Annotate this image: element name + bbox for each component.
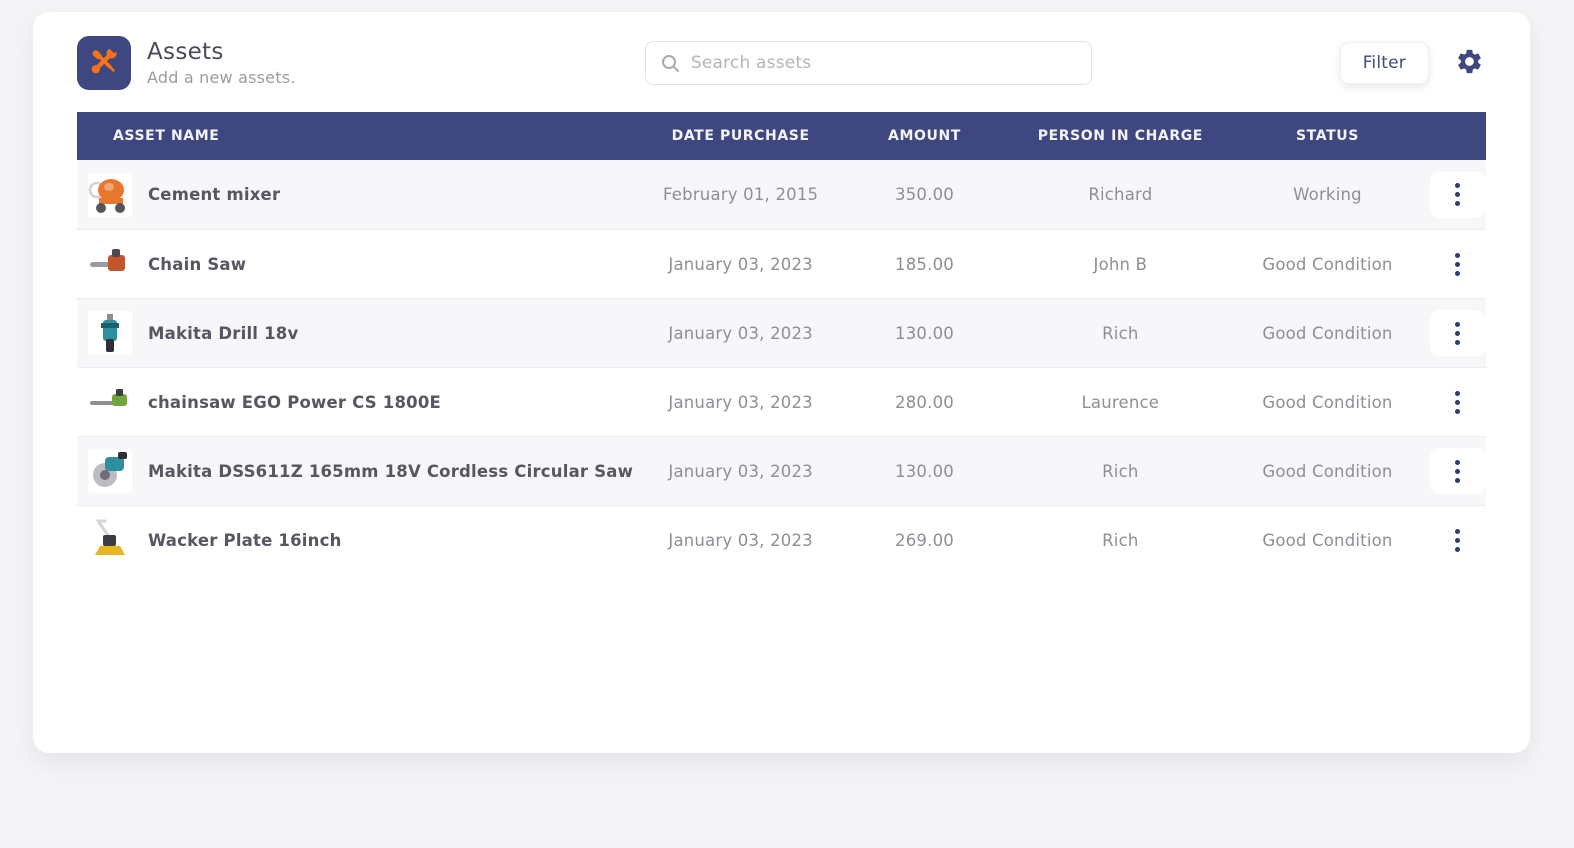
asset-name: chainsaw EGO Power CS 1800E bbox=[148, 392, 441, 412]
circular-saw-image bbox=[88, 449, 132, 493]
column-header-amount: AMOUNT bbox=[888, 128, 961, 144]
date-purchase-cell: January 03, 2023 bbox=[668, 254, 813, 274]
asset-name: Chain Saw bbox=[148, 254, 247, 274]
status-cell: Good Condition bbox=[1262, 323, 1393, 343]
assets-table: ASSET NAME DATE PURCHASE AMOUNT PERSON I… bbox=[77, 112, 1486, 574]
asset-name: Wacker Plate 16inch bbox=[148, 530, 342, 550]
person-in-charge-cell: Rich bbox=[1102, 530, 1139, 550]
page-subtitle: Add a new assets. bbox=[147, 68, 296, 87]
status-cell: Working bbox=[1293, 185, 1362, 204]
row-menu-button[interactable] bbox=[1429, 448, 1486, 494]
table-row: Makita Drill 18v January 03, 2023 130.00… bbox=[77, 298, 1486, 367]
drill-image bbox=[88, 311, 132, 355]
kebab-icon bbox=[1455, 390, 1461, 396]
search-input[interactable] bbox=[690, 53, 1077, 73]
date-purchase-cell: January 03, 2023 bbox=[668, 392, 813, 412]
person-in-charge-cell: John B bbox=[1093, 254, 1148, 274]
date-purchase-cell: January 03, 2023 bbox=[668, 323, 813, 343]
table-header-row: ASSET NAME DATE PURCHASE AMOUNT PERSON I… bbox=[77, 112, 1486, 160]
amount-cell: 280.00 bbox=[895, 392, 954, 412]
amount-cell: 130.00 bbox=[895, 461, 954, 481]
table-row: Cement mixer February 01, 2015 350.00 Ri… bbox=[77, 160, 1486, 229]
card-header: Assets Add a new assets. Filter bbox=[33, 12, 1530, 112]
asset-name: Cement mixer bbox=[148, 185, 281, 204]
actions-cell bbox=[1429, 379, 1486, 425]
asset-cell: Makita Drill 18v bbox=[77, 311, 648, 355]
column-header-status: STATUS bbox=[1296, 128, 1359, 144]
date-purchase-cell: February 01, 2015 bbox=[663, 185, 819, 204]
table-row: Wacker Plate 16inch January 03, 2023 269… bbox=[77, 505, 1486, 574]
kebab-icon bbox=[1455, 321, 1461, 327]
table-row: Chain Saw January 03, 2023 185.00 John B… bbox=[77, 229, 1486, 298]
person-in-charge-cell: Richard bbox=[1088, 185, 1153, 204]
actions-cell bbox=[1429, 448, 1486, 494]
column-header-asset-name: ASSET NAME bbox=[113, 128, 220, 144]
chain-saw-image bbox=[88, 242, 132, 286]
amount-cell: 350.00 bbox=[895, 185, 954, 204]
row-menu-button[interactable] bbox=[1429, 310, 1486, 356]
assets-app-logo bbox=[77, 36, 131, 90]
asset-name: Makita Drill 18v bbox=[148, 323, 299, 343]
row-menu-button[interactable] bbox=[1429, 171, 1486, 218]
amount-cell: 185.00 bbox=[895, 254, 954, 274]
actions-cell bbox=[1429, 241, 1486, 287]
asset-cell: chainsaw EGO Power CS 1800E bbox=[77, 380, 648, 424]
cement-mixer-image bbox=[88, 172, 132, 217]
title-block: Assets Add a new assets. bbox=[147, 39, 397, 87]
asset-cell: Cement mixer bbox=[77, 172, 648, 217]
assets-card: Assets Add a new assets. Filter ASSET NA… bbox=[33, 12, 1530, 753]
status-cell: Good Condition bbox=[1262, 461, 1393, 481]
amount-cell: 269.00 bbox=[895, 530, 954, 550]
table-row: chainsaw EGO Power CS 1800E January 03, … bbox=[77, 367, 1486, 436]
crossed-tools-icon bbox=[87, 44, 121, 82]
actions-cell bbox=[1429, 517, 1486, 563]
person-in-charge-cell: Rich bbox=[1102, 323, 1139, 343]
actions-cell bbox=[1429, 171, 1486, 218]
filter-button[interactable]: Filter bbox=[1339, 42, 1429, 84]
page-title: Assets bbox=[147, 39, 224, 65]
asset-cell: Chain Saw bbox=[77, 242, 648, 286]
status-cell: Good Condition bbox=[1262, 530, 1393, 550]
kebab-icon bbox=[1455, 459, 1461, 465]
wacker-plate-image bbox=[88, 518, 132, 562]
table-row: Makita DSS611Z 165mm 18V Cordless Circul… bbox=[77, 436, 1486, 505]
row-menu-button[interactable] bbox=[1429, 241, 1486, 287]
status-cell: Good Condition bbox=[1262, 392, 1393, 412]
actions-cell bbox=[1429, 310, 1486, 356]
search-box bbox=[644, 41, 1092, 85]
green-chainsaw-image bbox=[88, 380, 132, 424]
date-purchase-cell: January 03, 2023 bbox=[668, 530, 813, 550]
row-menu-button[interactable] bbox=[1429, 379, 1486, 425]
kebab-icon bbox=[1455, 183, 1461, 188]
table-body: Cement mixer February 01, 2015 350.00 Ri… bbox=[77, 160, 1486, 574]
search-icon bbox=[661, 54, 679, 72]
amount-cell: 130.00 bbox=[895, 323, 954, 343]
asset-name: Makita DSS611Z 165mm 18V Cordless Circul… bbox=[148, 461, 634, 481]
settings-button[interactable] bbox=[1455, 47, 1484, 79]
kebab-icon bbox=[1455, 252, 1461, 258]
column-header-date-purchase: DATE PURCHASE bbox=[671, 128, 810, 144]
column-header-person-in-charge: PERSON IN CHARGE bbox=[1037, 128, 1203, 144]
kebab-icon bbox=[1455, 528, 1461, 534]
person-in-charge-cell: Laurence bbox=[1081, 392, 1160, 412]
asset-cell: Wacker Plate 16inch bbox=[77, 518, 648, 562]
status-cell: Good Condition bbox=[1262, 254, 1393, 274]
gear-icon bbox=[1455, 47, 1484, 79]
row-menu-button[interactable] bbox=[1429, 517, 1486, 563]
date-purchase-cell: January 03, 2023 bbox=[668, 461, 813, 481]
person-in-charge-cell: Rich bbox=[1102, 461, 1139, 481]
asset-cell: Makita DSS611Z 165mm 18V Cordless Circul… bbox=[77, 449, 648, 493]
